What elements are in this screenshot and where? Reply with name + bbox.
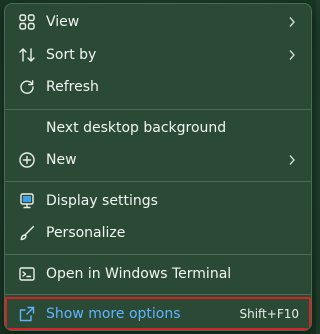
chevron-right-icon bbox=[287, 16, 297, 28]
menu-item-label: Next desktop background bbox=[46, 120, 227, 136]
menu-separator bbox=[5, 294, 311, 295]
grid-icon bbox=[18, 13, 36, 31]
keyboard-shortcut: Shift+F10 bbox=[239, 306, 299, 321]
open-external-icon bbox=[18, 305, 36, 323]
sort-arrows-icon bbox=[18, 46, 36, 64]
terminal-icon bbox=[18, 265, 36, 283]
brush-icon bbox=[18, 224, 36, 242]
menu-item-refresh[interactable]: Refresh bbox=[5, 71, 311, 103]
menu-item-personalize[interactable]: Personalize bbox=[5, 217, 311, 249]
display-icon bbox=[18, 192, 36, 210]
context-menu: View Sort by Refresh Next desktop backgr… bbox=[4, 3, 312, 331]
menu-item-sort-by[interactable]: Sort by bbox=[5, 39, 311, 71]
menu-item-label: Open in Windows Terminal bbox=[46, 266, 232, 282]
menu-item-label: View bbox=[46, 14, 80, 30]
menu-item-label: Display settings bbox=[46, 193, 158, 209]
menu-item-label: New bbox=[46, 152, 77, 168]
menu-item-view[interactable]: View bbox=[5, 6, 311, 38]
menu-item-next-desktop-background[interactable]: Next desktop background bbox=[5, 112, 311, 144]
menu-item-display-settings[interactable]: Display settings bbox=[5, 185, 311, 217]
menu-item-label: Show more options bbox=[46, 305, 181, 322]
menu-separator bbox=[5, 254, 311, 255]
menu-item-new[interactable]: New bbox=[5, 144, 311, 176]
menu-item-show-more-options[interactable]: Show more options Shift+F10 bbox=[5, 299, 311, 328]
menu-item-label: Sort by bbox=[46, 47, 97, 63]
menu-item-open-in-terminal[interactable]: Open in Windows Terminal bbox=[5, 258, 311, 290]
menu-item-label: Personalize bbox=[46, 225, 126, 241]
refresh-icon bbox=[18, 78, 36, 96]
menu-separator bbox=[5, 109, 311, 110]
add-circle-icon bbox=[18, 151, 36, 169]
chevron-right-icon bbox=[287, 154, 297, 166]
menu-separator bbox=[5, 181, 311, 182]
menu-item-label: Refresh bbox=[46, 79, 99, 95]
chevron-right-icon bbox=[287, 49, 297, 61]
